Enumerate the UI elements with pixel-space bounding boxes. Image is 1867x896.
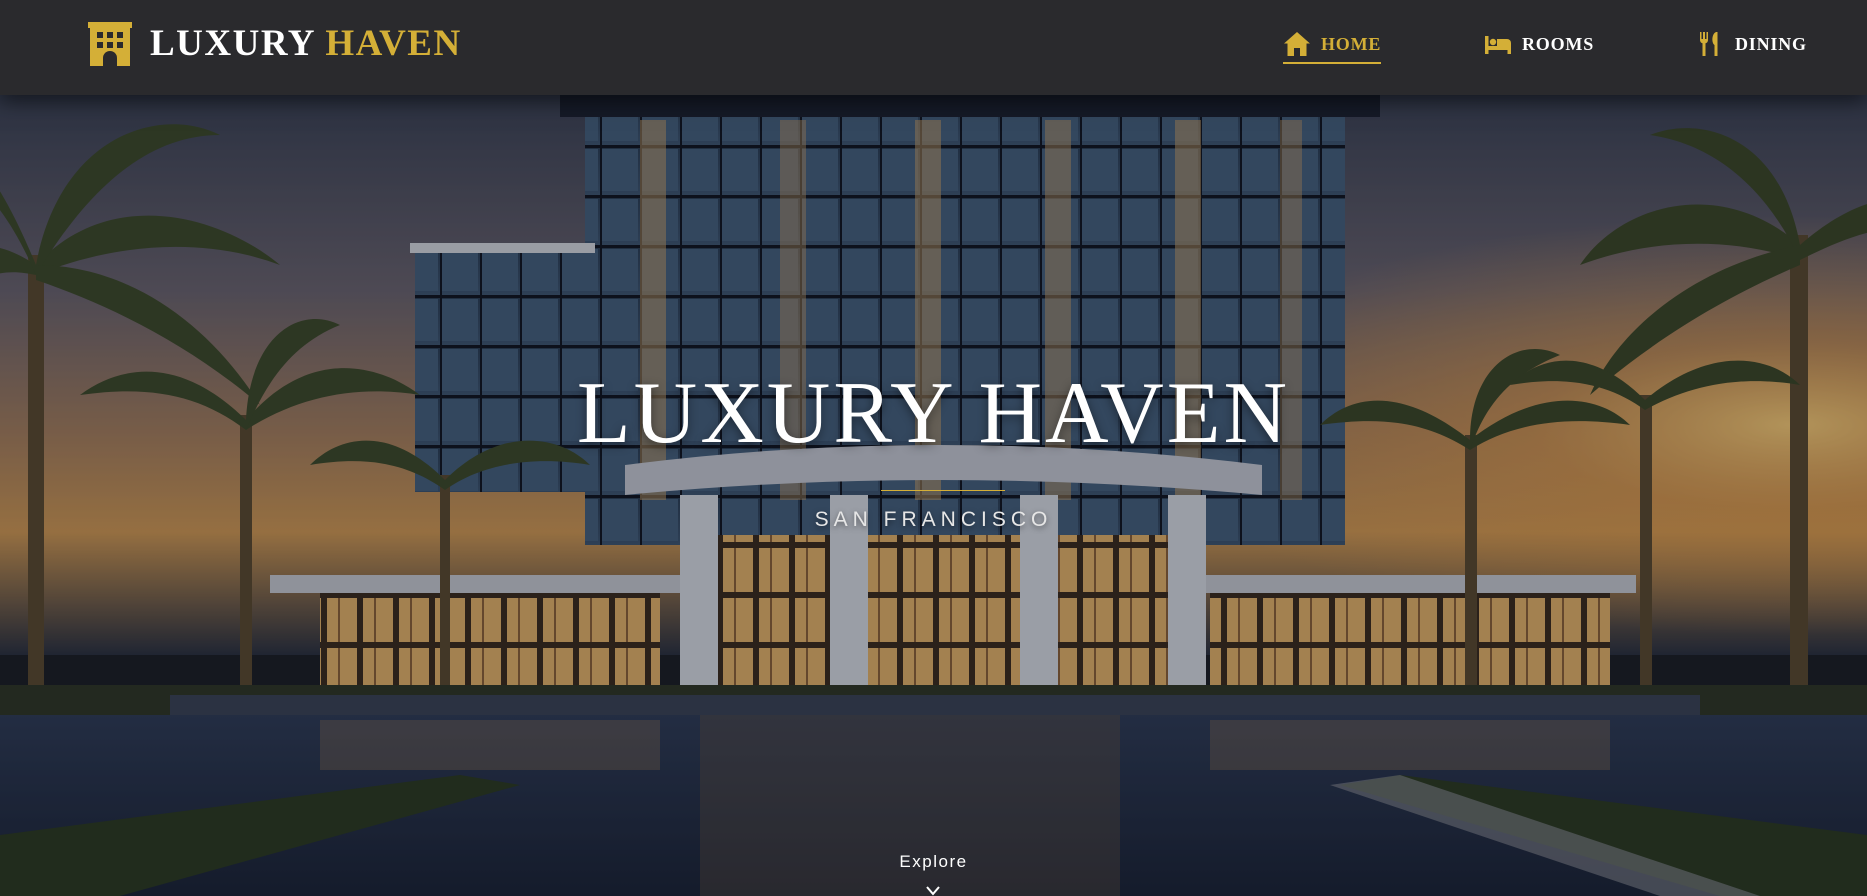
hero-divider	[881, 490, 1005, 491]
hero-subtitle: SAN FRANCISCO	[814, 508, 1053, 531]
home-icon	[1284, 32, 1310, 56]
nav-item-home-label: HOME	[1321, 33, 1382, 54]
explore-link[interactable]: Explore	[0, 853, 1867, 870]
chevron-down-icon[interactable]	[926, 885, 940, 896]
nav-item-dining-label: DINING	[1735, 33, 1807, 54]
nav-item-home[interactable]: HOME	[1283, 29, 1382, 64]
hero-section: LUXURY HAVEN SAN FRANCISCO Explore	[0, 95, 1867, 896]
top-navbar: LUXURY HAVEN HOME ROOMS DINING	[0, 0, 1867, 95]
main-nav: HOME ROOMS DINING	[0, 0, 1867, 95]
nav-item-rooms[interactable]: ROOMS	[1484, 29, 1594, 59]
nav-item-rooms-label: ROOMS	[1522, 33, 1595, 54]
nav-item-dining[interactable]: DINING	[1697, 29, 1807, 59]
hero-title: LUXURY HAVEN	[576, 365, 1291, 462]
hero-dark-overlay	[0, 95, 1867, 896]
utensils-icon	[1700, 32, 1718, 56]
bed-icon	[1485, 36, 1511, 54]
